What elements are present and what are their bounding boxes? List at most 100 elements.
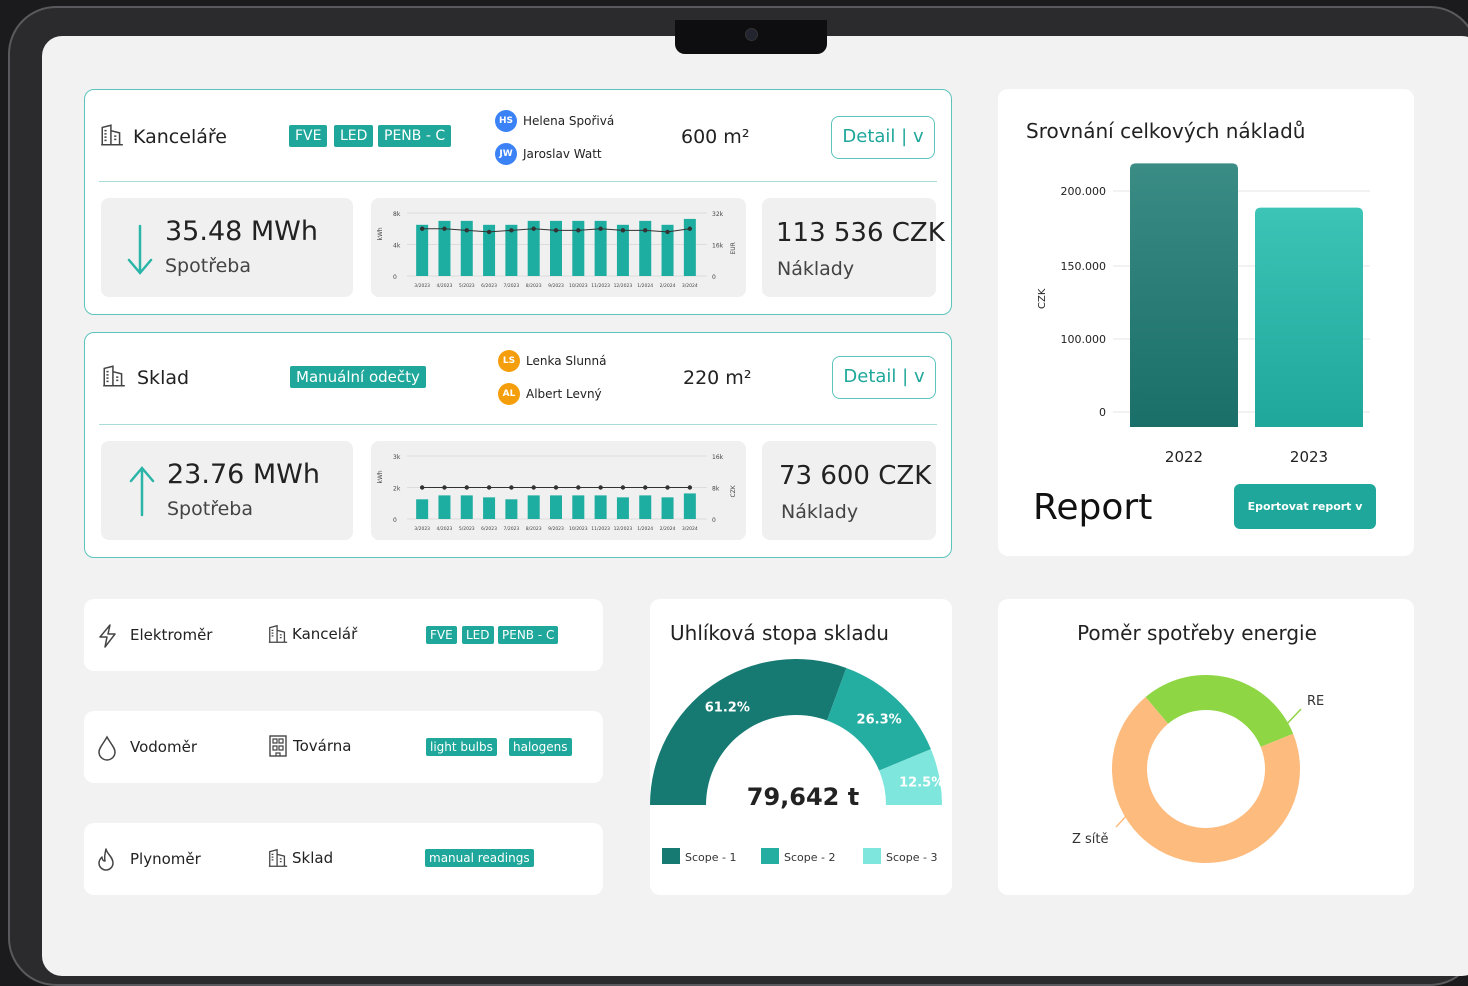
flame-icon [98, 848, 114, 871]
mini-chart-box: 3k 16k 2k 8k 0 0 kWh CZK 3/2023 4/2023 5/2023 6/202… [371, 441, 746, 540]
camera-notch [675, 20, 827, 54]
point [553, 228, 559, 233]
meter-row[interactable]: Vodoměr Továrna light bulbs halogens [84, 711, 603, 783]
point [687, 226, 693, 231]
point [531, 485, 536, 490]
tick-label: 3/2024 [682, 526, 698, 532]
lightning-icon [99, 624, 116, 648]
slice-label: Z sítě [1072, 832, 1109, 847]
donut-segment [1145, 675, 1294, 747]
bar [594, 495, 607, 519]
divider [99, 181, 937, 182]
tick-label: 0 [712, 517, 716, 524]
tick-label: 3k [393, 454, 401, 461]
meter-row[interactable]: Elektroměr Kancelář FVE LED PENB - C [84, 599, 603, 671]
point [687, 485, 693, 490]
tick-label: 6/2023 [481, 283, 497, 289]
meter-row[interactable]: Plynoměr Sklad manual readings [84, 823, 603, 895]
tick-label: 4/2023 [437, 526, 453, 532]
data-label: 61.2% [705, 701, 750, 716]
tick-label: 3/2023 [414, 526, 430, 532]
axis-label: CZK [730, 484, 737, 497]
cost-bar-chart: 200.000 150.000 100.000 0 CZK 2022 2023 [1037, 163, 1370, 466]
data-label: 26.3% [857, 712, 902, 727]
point [486, 485, 492, 490]
slice-label: RE [1307, 694, 1324, 709]
point [509, 485, 514, 490]
bar [1255, 207, 1363, 427]
energy-donut-chart: RE Z sítě [1072, 675, 1324, 863]
tick-label: 150.000 [1061, 260, 1107, 273]
detail-button[interactable]: Detail | v [832, 356, 936, 399]
tick-label: 8k [712, 486, 720, 493]
meter-type: Vodoměr [130, 738, 197, 756]
cost-value: 73 600 CZK [779, 461, 932, 491]
axis-label: kWh [377, 470, 384, 483]
point [576, 485, 581, 490]
tag: PENB - C [498, 626, 559, 644]
tick-label: 0 [393, 274, 397, 281]
building-icon [103, 365, 125, 387]
tick-label: 2/2024 [660, 526, 676, 532]
tick-label: 1/2024 [637, 283, 653, 289]
tick-label: 8/2023 [526, 283, 542, 289]
bar [438, 495, 451, 519]
energy-ratio-card: Poměr spotřeby energie RE Z sítě [998, 599, 1414, 895]
point [442, 485, 447, 490]
legend-swatch [761, 848, 779, 864]
legend-swatch [662, 848, 680, 864]
tick-label: 10/2023 [569, 283, 588, 289]
report-heading: Report [1033, 487, 1153, 528]
camera-icon [745, 28, 758, 41]
area-value: 600 m² [681, 126, 750, 148]
point [598, 485, 603, 490]
tick-label: 2022 [1165, 448, 1203, 466]
detail-button[interactable]: Detail | v [831, 116, 935, 159]
tick-label: 9/2023 [548, 526, 564, 532]
tick-label: 0 [1099, 406, 1106, 419]
tick-label: 7/2023 [503, 526, 519, 532]
bar [416, 499, 429, 519]
axis-label: EUR [730, 242, 737, 254]
avatar: AL [498, 383, 520, 405]
bar [572, 495, 585, 519]
cost-comparison-card: Srovnání celkových nákladů 200.000 150.00… [998, 89, 1414, 558]
tick-label: 8k [393, 211, 401, 218]
bar [639, 495, 652, 519]
legend-label: Scope - 1 [685, 851, 736, 864]
avatar: HS [495, 110, 517, 132]
tick-label: 12/2023 [614, 283, 633, 289]
building-name: Sklad [137, 367, 190, 389]
building-icon [268, 848, 288, 867]
avatar: LS [498, 350, 520, 372]
meter-building: Kancelář [292, 625, 358, 643]
tag: halogens [509, 738, 572, 756]
point [464, 228, 469, 233]
building-name: Kanceláře [133, 126, 227, 148]
bar [460, 495, 473, 519]
building-card-kancelare: Kanceláře FVE LED PENB - C HS Helena Spo… [84, 89, 952, 315]
tag: manual readings [425, 849, 534, 867]
tag-led: LED [334, 125, 374, 147]
cost-value: 113 536 CZK [776, 218, 945, 248]
point [643, 228, 648, 233]
export-pdf-button[interactable]: Eportovat report v PDF [1234, 484, 1376, 558]
point [419, 485, 425, 490]
point [598, 226, 603, 231]
consumption-box: 35.48 MWh Spotřeba [101, 198, 353, 297]
point [419, 226, 425, 231]
mini-chart-box: 8k 32k 4k 16k 0 0 kWh EUR 3/2023 4/2023 5/2023 6/20… [371, 198, 746, 297]
tick-label: 1/2024 [637, 526, 653, 532]
tick-label: 5/2023 [459, 283, 475, 289]
bar [1130, 163, 1238, 427]
tick-label: 6/2023 [481, 526, 497, 532]
tag-manual: Manuální odečty [290, 366, 426, 388]
tick-label: 16k [712, 243, 724, 250]
bar [661, 497, 674, 519]
person-name: Jaroslav Watt [523, 147, 602, 161]
point [665, 229, 670, 235]
point [643, 485, 648, 490]
mini-bar-line-chart: 3k 16k 2k 8k 0 0 kWh CZK 3/2023 4/2023 5/2023 6/202… [377, 454, 737, 532]
point [620, 485, 626, 490]
bar [527, 495, 540, 519]
